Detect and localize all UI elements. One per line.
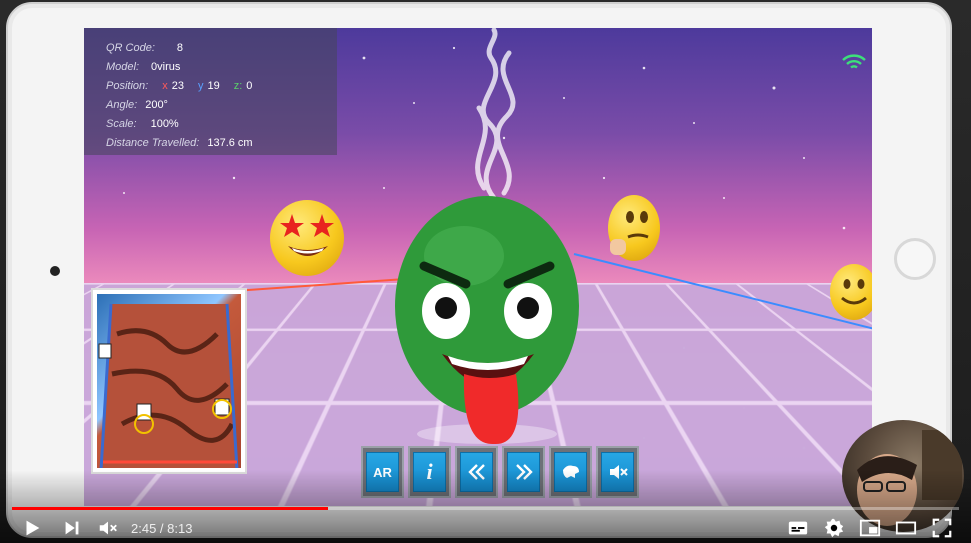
smoke-effect [475, 28, 516, 201]
wifi-icon [842, 54, 866, 69]
smiling-emoji [830, 264, 872, 320]
info-row-angle: Angle: 200° [106, 95, 337, 114]
progress-fill [12, 507, 329, 510]
ipad-camera [50, 266, 60, 276]
angle-value: 200° [145, 98, 168, 111]
scale-label: Scale: [106, 117, 137, 130]
info-row-model: Model: 0virus [106, 57, 337, 76]
subtitles-icon [788, 521, 808, 535]
ipad-home-button [894, 238, 936, 280]
subtitles-button[interactable] [786, 516, 810, 540]
current-time: 2:45 [131, 521, 157, 536]
camera-preview [91, 288, 247, 474]
player-controls: 2:45 / 8:13 [0, 512, 971, 543]
theater-mode-button[interactable] [894, 516, 918, 540]
next-button[interactable] [60, 516, 84, 540]
camera-feed [97, 294, 241, 468]
position-y-axis: y [197, 79, 204, 92]
angle-label: Angle: [106, 98, 138, 111]
fullscreen-button[interactable] [930, 516, 954, 540]
play-icon [26, 520, 40, 536]
duration: 8:13 [167, 521, 193, 536]
fullscreen-icon [932, 518, 952, 538]
miniplayer-button[interactable] [858, 516, 882, 540]
info-row-distance: Distance Travelled: 137.6 cm [106, 133, 337, 152]
distance-label: Distance Travelled: [106, 136, 200, 149]
volume-button[interactable] [96, 516, 120, 540]
position-x-axis: x [162, 79, 168, 92]
gear-icon [824, 518, 844, 538]
skip-next-icon [65, 521, 79, 535]
thinking-emoji [608, 195, 660, 261]
qr-code-value: 8 [176, 41, 184, 54]
distance-value: 137.6 cm [207, 136, 253, 149]
info-row-scale: Scale: 100% [106, 114, 337, 133]
volume-muted-icon [99, 521, 117, 535]
green-virus-character [395, 196, 579, 445]
qr-code-label: QR Code: [106, 41, 155, 54]
settings-button[interactable] [822, 516, 846, 540]
position-y-value: 19 [207, 79, 220, 92]
model-value: 0virus [151, 60, 181, 73]
time-display: 2:45 / 8:13 [131, 521, 192, 536]
position-z-axis: z: [233, 79, 243, 92]
position-x-value: 23 [171, 79, 184, 92]
info-row-position: Position: x 23 y 19 z: 0 [106, 76, 337, 95]
ar-info-panel: QR Code: 8 Model: 0virus Position: x 23 … [84, 28, 337, 155]
theater-mode-icon [895, 521, 917, 535]
play-button[interactable] [20, 516, 44, 540]
scale-value: 100% [150, 117, 179, 130]
info-row-qr: QR Code: 8 [106, 38, 337, 57]
miniplayer-icon [859, 519, 881, 537]
position-z-value: 0 [246, 79, 253, 92]
video-frame[interactable]: QR Code: 8 Model: 0virus Position: x 23 … [0, 0, 971, 543]
position-label: Position: [106, 79, 149, 92]
time-separator: / [156, 521, 168, 536]
model-label: Model: [106, 60, 140, 73]
progress-bar[interactable] [12, 507, 959, 510]
star-struck-emoji [270, 200, 344, 276]
